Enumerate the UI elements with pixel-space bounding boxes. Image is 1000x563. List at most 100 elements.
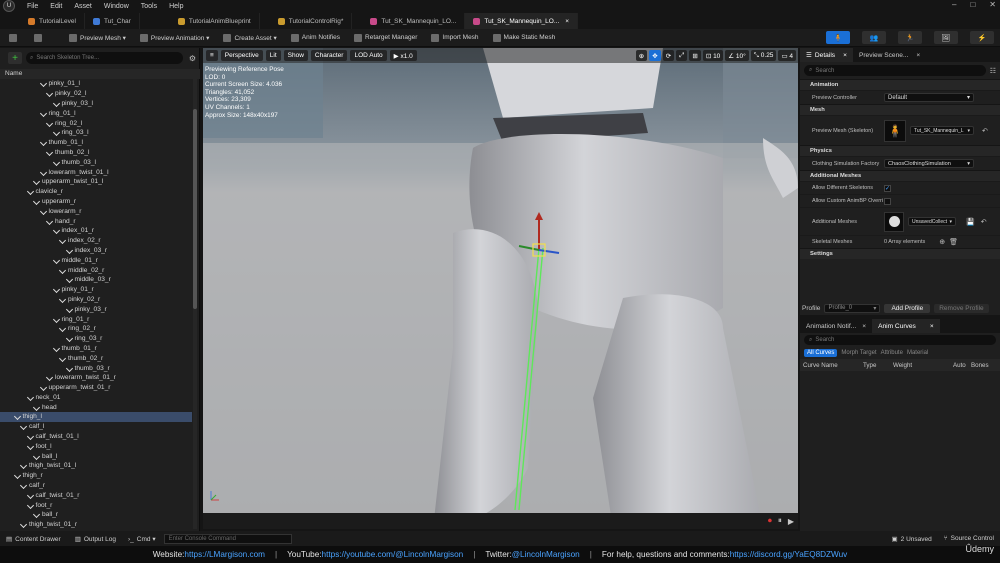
preview-mesh-dropdown[interactable]: Tut_SK_Mannequin_L ▾ [910,126,974,135]
bone-row[interactable]: thumb_02_r [0,353,192,363]
source-control-button[interactable]: ⑂ Source Control [944,535,994,542]
bone-row[interactable]: pinky_03_l [0,99,192,109]
skeleton-mode-button[interactable]: 🧍 [826,31,850,44]
bone-row[interactable]: ring_02_r [0,324,192,334]
cmd-dropdown[interactable]: ›_ Cmd ▾ [128,535,156,543]
bone-row[interactable]: foot_l [0,441,192,451]
make-static-mesh-button[interactable]: Make Static Mesh [488,31,561,45]
menu-asset[interactable]: Asset [74,3,92,10]
bone-row[interactable]: thumb_03_r [0,363,192,373]
import-mesh-button[interactable]: Import Mesh [426,31,483,45]
content-drawer-button[interactable]: ▤ Content Drawer [6,535,61,543]
console-input[interactable]: Enter Console Command [163,533,292,544]
column-bones[interactable]: Bones [971,362,989,369]
bone-row[interactable]: upperarm_twist_01_r [0,383,192,393]
preview-animation-button[interactable]: Preview Animation ▾ [135,31,215,45]
section-mesh[interactable]: Mesh [800,104,1000,115]
allow-custom-animbp-checkbox[interactable] [884,197,891,205]
perspective-button[interactable]: Perspective [220,50,263,61]
bone-row[interactable]: upperarm_r [0,197,192,207]
bone-row[interactable]: head [0,402,192,412]
menu-help[interactable]: Help [169,3,183,10]
rotate-icon[interactable]: ⟳ [662,50,675,61]
add-bone-button[interactable]: + [8,52,22,64]
bone-row[interactable]: lowerarm_r [0,206,192,216]
tab-tut-char[interactable]: Tut_Char [85,13,140,29]
column-weight[interactable]: Weight [893,362,953,369]
bone-row[interactable]: middle_03_r [0,275,192,285]
bone-row[interactable]: calf_l [0,422,192,432]
reset-icon[interactable]: ↶ [981,218,987,226]
clothing-dropdown[interactable]: ChaosClothingSimulation ▾ [884,159,974,168]
bone-row[interactable]: ring_02_l [0,118,192,128]
filter-material[interactable]: Material [907,350,928,356]
bone-row[interactable]: ring_01_r [0,314,192,324]
details-search-input[interactable]: ⌕ Search [804,65,986,76]
close-tab-icon[interactable]: × [843,52,847,59]
discord-link[interactable]: https://discord.gg/YaEQ8DZWuv [730,550,848,559]
unsaved-button[interactable]: ▣ 2 Unsaved [892,535,932,543]
blueprint-mode-button[interactable]: 🖼 [934,31,958,44]
bone-row[interactable]: pinky_01_r [0,285,192,295]
bone-row[interactable]: pinky_02_r [0,295,192,305]
settings-gear-icon[interactable]: ⚙ [189,54,196,63]
bone-row[interactable]: lowerarm_twist_01_l [0,167,192,177]
menu-tools[interactable]: Tools [141,3,157,10]
bone-row[interactable]: calf_twist_01_l [0,432,192,442]
translate-icon[interactable]: ✥ [649,50,661,61]
scrollbar-thumb[interactable] [193,109,197,309]
save-icon[interactable] [4,31,25,45]
column-auto[interactable]: Auto [953,362,971,369]
menu-window[interactable]: Window [104,3,129,10]
bone-row[interactable]: pinky_02_l [0,89,192,99]
bone-row[interactable]: middle_01_r [0,255,192,265]
tree-scrollbar[interactable] [193,79,197,529]
playback-speed-button[interactable]: ▶ x1.0 [389,50,417,61]
close-tab-icon[interactable]: × [862,323,866,330]
reset-icon[interactable]: ↶ [982,127,988,135]
bone-row[interactable]: hand_r [0,216,192,226]
unreal-logo-icon[interactable]: U [3,0,15,12]
output-log-button[interactable]: ▥ Output Log [75,535,116,543]
create-asset-button[interactable]: Create Asset ▾ [218,31,281,45]
bone-row[interactable]: clavicle_r [0,187,192,197]
bone-row[interactable]: index_01_r [0,226,192,236]
bone-row[interactable]: thigh_twist_01_r [0,520,192,530]
add-element-icon[interactable]: ⊕ [939,238,945,246]
bone-row[interactable]: thumb_02_l [0,148,192,158]
profile-dropdown[interactable]: Profile_0 ▾ [824,303,881,313]
bone-row[interactable]: index_03_r [0,246,192,256]
bone-row[interactable]: ring_01_l [0,108,192,118]
maximize-icon[interactable]: □ [970,0,975,9]
bone-row[interactable]: pinky_01_l [0,79,192,89]
tab-mannequin-1[interactable]: Tut_SK_Mannequin_LO... [362,13,466,29]
column-curve-name[interactable]: Curve Name [803,362,863,369]
skeleton-tree-search[interactable]: ⌕ Search Skeleton Tree... [26,52,183,64]
preview-controller-dropdown[interactable]: Default ▾ [884,93,974,102]
bone-row[interactable]: thumb_01_l [0,138,192,148]
show-button[interactable]: Show [283,50,308,61]
trash-icon[interactable]: 🗑 [949,238,958,246]
bone-row[interactable]: thumb_03_l [0,157,192,167]
minimize-icon[interactable]: – [952,0,956,9]
close-tab-icon[interactable]: × [565,18,569,25]
animation-mode-button[interactable]: 🏃 [898,31,922,44]
filter-attribute[interactable]: Attribute [881,350,903,356]
bone-row[interactable]: upperarm_twist_01_l [0,177,192,187]
lit-button[interactable]: Lit [265,50,281,61]
filter-all-curves[interactable]: All Curves [804,349,838,357]
select-mode-icon[interactable]: ⊕ [635,50,648,61]
bone-row[interactable]: ring_03_l [0,128,192,138]
tab-mannequin-2[interactable]: Tut_SK_Mannequin_LO... × [465,13,579,29]
allow-different-skeletons-checkbox[interactable]: ✓ [884,184,891,192]
preview-mesh-button[interactable]: Preview Mesh ▾ [64,31,131,45]
record-icon[interactable]: ⏺ [768,516,772,526]
bone-row[interactable]: thigh_r [0,471,192,481]
bone-row[interactable]: lowerarm_twist_01_r [0,373,192,383]
bone-row[interactable]: ball_l [0,451,192,461]
camera-speed-button[interactable]: ▭ 4 [778,50,796,61]
bone-row[interactable]: calf_twist_01_r [0,490,192,500]
save-collection-icon[interactable]: 💾 [966,218,975,226]
bone-row[interactable]: thigh_twist_01_l [0,461,192,471]
section-settings[interactable]: Settings [800,248,1000,259]
